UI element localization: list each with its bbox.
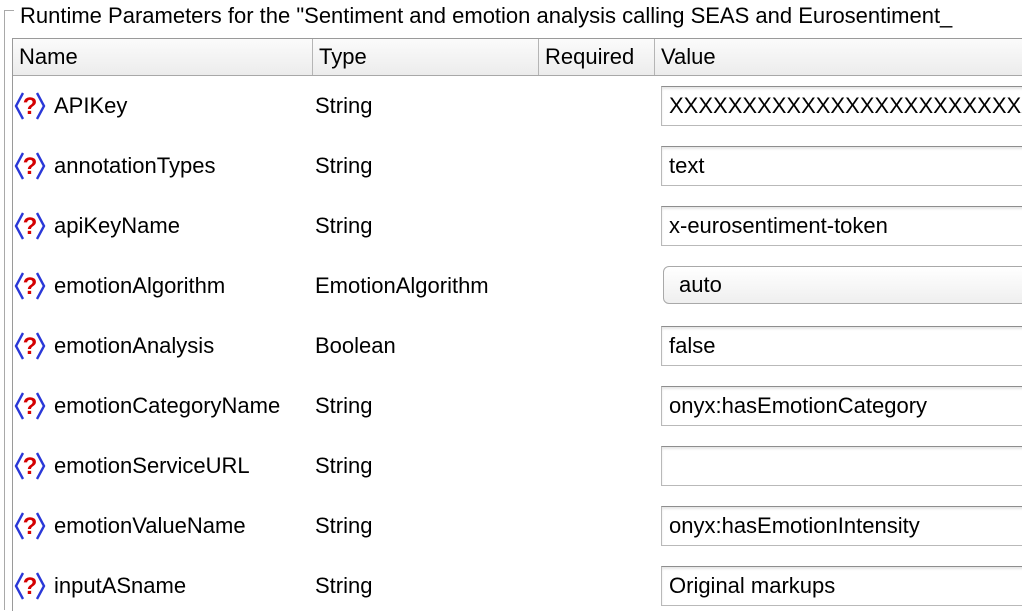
parameter-name: emotionServiceURL (54, 453, 250, 478)
name-cell: ? emotionValueName (13, 496, 246, 556)
value-field[interactable] (661, 206, 1022, 246)
parameter-type: String (315, 213, 373, 238)
parameter-type: String (315, 453, 373, 478)
svg-text:?: ? (23, 213, 38, 240)
group-title: Runtime Parameters for the "Sentiment an… (20, 2, 957, 30)
svg-text:?: ? (23, 273, 38, 300)
name-cell: ? emotionServiceURL (13, 436, 250, 496)
parameters-table: Name Type Required Value ? APIKey String… (12, 38, 1022, 611)
parameter-name: emotionValueName (54, 513, 246, 538)
value-field[interactable] (661, 506, 1022, 546)
header-required[interactable]: Required (539, 39, 655, 75)
table-row[interactable]: ? apiKeyName String (13, 196, 1022, 256)
header-type[interactable]: Type (313, 39, 539, 75)
table-header: Name Type Required Value (13, 39, 1022, 76)
help-question-icon: ? (13, 269, 47, 303)
parameter-type: Boolean (315, 333, 396, 358)
value-field[interactable] (661, 146, 1022, 186)
table-row[interactable]: ? emotionAnalysis Boolean (13, 316, 1022, 376)
name-cell: ? emotionAnalysis (13, 316, 214, 376)
value-field[interactable] (661, 386, 1022, 426)
svg-text:?: ? (23, 93, 38, 120)
parameter-type: String (315, 153, 373, 178)
parameter-type: String (315, 393, 373, 418)
parameter-name: emotionCategoryName (54, 393, 281, 418)
value-field[interactable] (661, 446, 1022, 486)
parameter-name: emotionAnalysis (54, 333, 215, 358)
svg-text:?: ? (23, 573, 38, 600)
help-question-icon: ? (13, 389, 47, 423)
name-cell: ? APIKey (13, 76, 127, 136)
name-cell: ? apiKeyName (13, 196, 180, 256)
name-cell: ? annotationTypes (13, 136, 215, 196)
parameter-type: EmotionAlgorithm (315, 273, 489, 298)
table-row[interactable]: ? emotionCategoryName String (13, 376, 1022, 436)
value-field[interactable] (661, 86, 1022, 126)
table-row[interactable]: ? annotationTypes String (13, 136, 1022, 196)
help-question-icon: ? (13, 209, 47, 243)
parameter-type: String (315, 513, 373, 538)
help-question-icon: ? (13, 329, 47, 363)
table-row[interactable]: ? APIKey String (13, 76, 1022, 136)
help-question-icon: ? (13, 149, 47, 183)
parameter-name: annotationTypes (54, 153, 216, 178)
help-question-icon: ? (13, 89, 47, 123)
svg-text:?: ? (23, 153, 38, 180)
name-cell: ? inputASname (13, 556, 186, 611)
svg-text:?: ? (23, 513, 38, 540)
table-row[interactable]: ? inputASname String (13, 556, 1022, 611)
parameter-name: emotionAlgorithm (54, 273, 226, 298)
name-cell: ? emotionCategoryName (13, 376, 280, 436)
parameter-type: String (315, 93, 373, 118)
group-frame-top (4, 10, 14, 11)
parameter-name: APIKey (54, 93, 128, 118)
header-name[interactable]: Name (13, 39, 313, 75)
help-question-icon: ? (13, 509, 47, 543)
parameter-type: String (315, 573, 373, 598)
svg-text:?: ? (23, 393, 38, 420)
value-select[interactable]: auto (663, 266, 1022, 304)
help-question-icon: ? (13, 449, 47, 483)
table-row[interactable]: ? emotionServiceURL String (13, 436, 1022, 496)
header-value[interactable]: Value (655, 39, 1022, 75)
table-row[interactable]: ? emotionAlgorithm EmotionAlgorithm auto (13, 256, 1022, 316)
svg-text:?: ? (23, 453, 38, 480)
name-cell: ? emotionAlgorithm (13, 256, 225, 316)
group-frame-left (4, 10, 5, 610)
parameter-name: inputASname (54, 573, 187, 598)
parameter-name: apiKeyName (54, 213, 180, 238)
value-field[interactable] (661, 326, 1022, 366)
value-field[interactable] (661, 566, 1022, 606)
table-row[interactable]: ? emotionValueName String (13, 496, 1022, 556)
svg-text:?: ? (23, 333, 38, 360)
help-question-icon: ? (13, 569, 47, 603)
